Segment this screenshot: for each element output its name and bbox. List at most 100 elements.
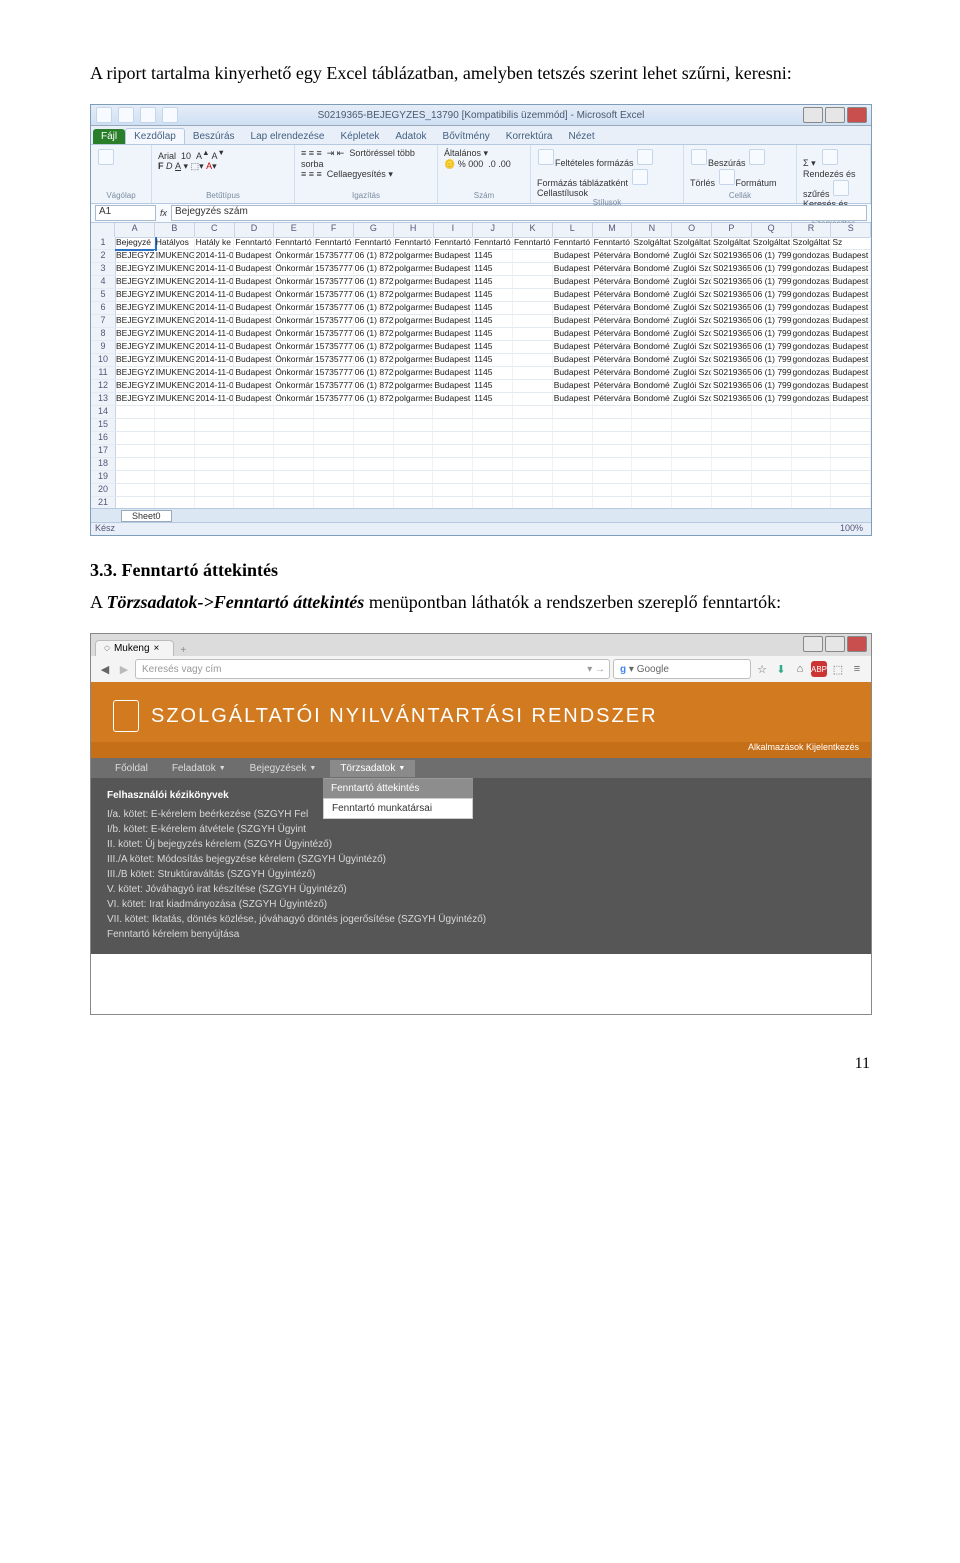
cell[interactable] [234,471,274,483]
cell[interactable] [513,458,553,470]
manual-link[interactable]: II. kötet: Új bejegyzés kérelem (SZGYH Ü… [107,837,855,852]
cell[interactable]: Budapest [831,315,871,327]
cell[interactable]: 2014-11-0 [195,393,235,405]
cell[interactable]: Budapest [433,289,473,301]
cellstyle-icon[interactable] [632,169,648,185]
format-icon[interactable] [719,169,735,185]
cell[interactable] [314,471,354,483]
cell[interactable]: Budapest [433,276,473,288]
cell[interactable]: Budapest I [234,380,274,392]
row-header[interactable]: 13 [91,393,115,406]
cell[interactable] [553,458,593,470]
cell[interactable]: Budapest [831,289,871,301]
col-header[interactable]: M [593,223,633,237]
cell[interactable] [155,406,195,418]
row-header[interactable]: 6 [91,302,115,315]
cell[interactable] [473,484,513,496]
cell[interactable]: S0219365 [712,367,752,379]
cell[interactable]: Budapest [553,393,593,405]
cell[interactable]: gondozasz [792,380,832,392]
cell[interactable]: S0219365 [712,250,752,262]
cell[interactable]: 1145 [473,367,513,379]
cell[interactable]: Önkormán [274,354,314,366]
cell[interactable]: Budapest [553,328,593,340]
cell[interactable] [672,419,712,431]
cell[interactable] [513,380,553,392]
cell[interactable]: Bondomé [632,367,672,379]
cell[interactable]: Önkormán [274,315,314,327]
cell[interactable] [792,406,832,418]
cell[interactable]: polgarmes [394,302,434,314]
cell[interactable] [672,458,712,470]
cell[interactable]: Bondomé [632,354,672,366]
cell[interactable]: S0219365 [712,393,752,405]
cell[interactable] [831,484,871,496]
cell[interactable]: 06 (1) 872- [354,263,394,275]
cell[interactable] [155,445,195,457]
cell[interactable]: S0219365 [712,276,752,288]
row-header[interactable]: 8 [91,328,115,341]
cell[interactable]: 06 (1) 799 [752,315,792,327]
cell[interactable] [314,458,354,470]
cell[interactable] [115,458,155,470]
cell[interactable] [831,432,871,444]
table-row[interactable]: BEJEGYZIMUKENG2014-11-0Budapest IÖnkormá… [115,302,871,315]
cell[interactable] [274,445,314,457]
cell[interactable]: Budapest [433,263,473,275]
table-row[interactable]: BEJEGYZIMUKENG2014-11-0Budapest IÖnkormá… [115,315,871,328]
cell[interactable]: Zuglói Szo [672,380,712,392]
cell[interactable]: S0219365 [712,315,752,327]
cell[interactable] [593,406,633,418]
cell[interactable] [234,432,274,444]
sheet-tab[interactable]: Sheet0 [121,510,172,522]
cell[interactable]: gondozasz [792,354,832,366]
cell[interactable]: Budapest [831,393,871,405]
cell[interactable] [234,419,274,431]
cell[interactable]: Önkormán [274,289,314,301]
cell[interactable] [354,445,394,457]
cell[interactable] [394,484,434,496]
cell[interactable]: 06 (1) 872- [354,302,394,314]
cell[interactable]: S0219365 [712,341,752,353]
table-row[interactable] [115,484,871,497]
table-format[interactable]: Formázás táblázatként [537,178,628,188]
cell[interactable]: Bejegyzé [115,237,155,249]
cell[interactable]: Budapest I [234,315,274,327]
cell[interactable]: IMUKENG [155,341,195,353]
cell[interactable] [513,367,553,379]
new-tab-button[interactable]: + [180,645,186,656]
cell[interactable] [553,432,593,444]
cell[interactable]: IMUKENG [155,250,195,262]
cell[interactable]: Pétervárad [593,354,633,366]
tab-close-icon[interactable]: × [154,643,160,654]
cell[interactable]: 06 (1) 872- [354,250,394,262]
cell[interactable]: 15735777- [314,276,354,288]
col-header[interactable]: B [155,223,195,237]
cell[interactable]: Szolgáltat [632,237,672,249]
cell[interactable] [513,354,553,366]
cell[interactable] [115,484,155,496]
cell[interactable]: gondozasz [792,302,832,314]
cell[interactable]: Zuglói Szo [672,328,712,340]
cell[interactable] [712,471,752,483]
cell[interactable] [155,484,195,496]
zoom-level[interactable]: 100% [840,523,863,533]
cell[interactable]: 1145 [473,276,513,288]
cell[interactable]: Bondomé [632,393,672,405]
cell[interactable]: Önkormán [274,250,314,262]
cell[interactable] [513,315,553,327]
cell[interactable] [115,432,155,444]
cell[interactable]: Budapest I [234,263,274,275]
cell[interactable] [473,458,513,470]
cell[interactable]: Pétervárad [593,250,633,262]
cell[interactable]: polgarmes [394,341,434,353]
cell[interactable] [672,471,712,483]
cell[interactable] [195,445,235,457]
cell[interactable]: gondozasz [792,263,832,275]
cell[interactable]: Budapest I [234,328,274,340]
dd-fenntarto-munkatarsai[interactable]: Fenntartó munkatársai [323,798,473,819]
cell[interactable]: 2014-11-0 [195,289,235,301]
condfmt-icon[interactable] [538,149,554,165]
cell[interactable] [752,432,792,444]
cell[interactable] [195,419,235,431]
